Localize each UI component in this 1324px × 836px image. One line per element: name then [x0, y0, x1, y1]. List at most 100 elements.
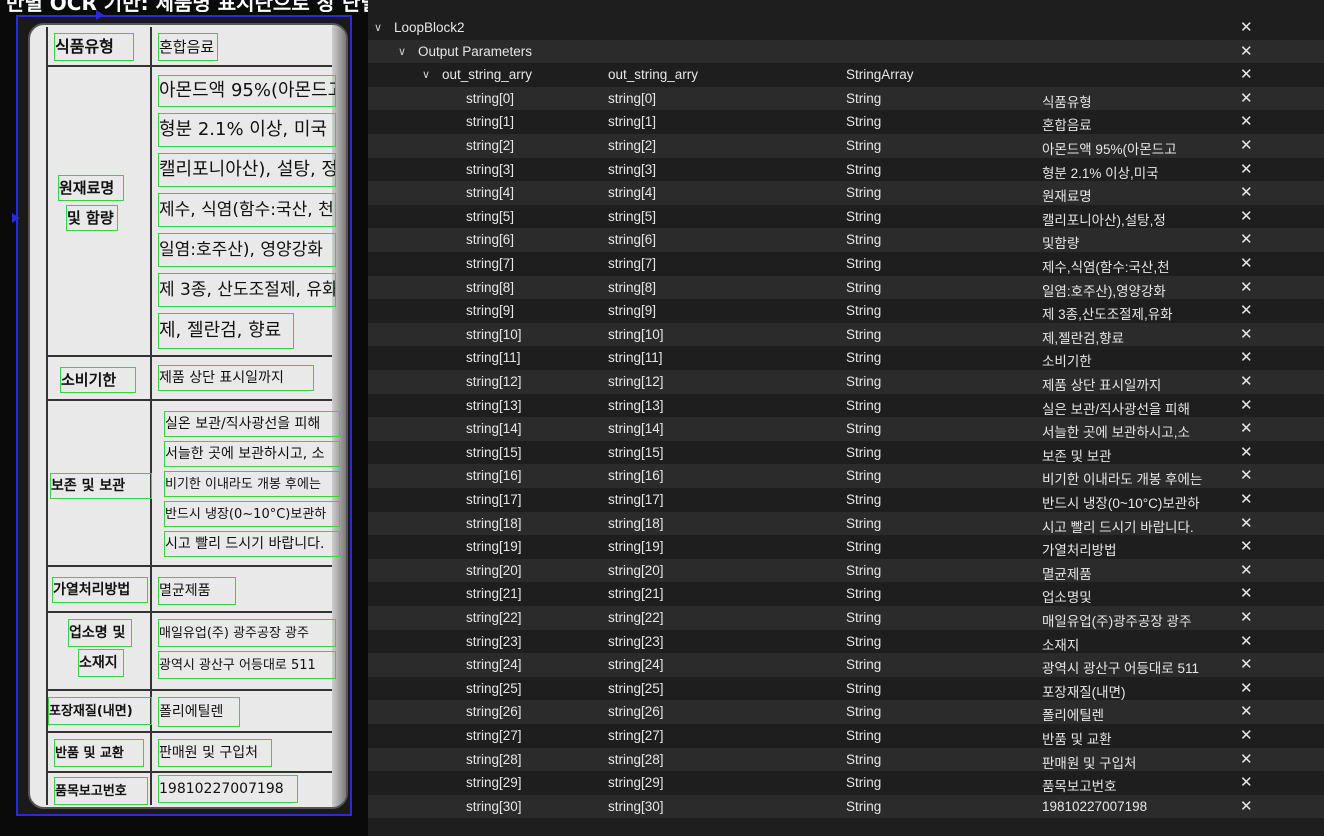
close-icon[interactable]: ✕ — [1240, 608, 1253, 626]
roi-handle-left[interactable] — [12, 213, 20, 223]
ocr-text-box: 포장재질(내면) — [48, 697, 152, 725]
ocr-text-box: 광역시 광산구 어등대로 511 — [158, 651, 336, 679]
table-row[interactable]: string[29] string[29] String 품목보고번호 ✕ — [368, 771, 1324, 795]
row-name: string[15] — [466, 444, 522, 460]
table-row[interactable]: string[1] string[1] String 혼합음료 ✕ — [368, 110, 1324, 134]
table-row[interactable]: string[3] string[3] String 형분 2.1% 이상,미국 ✕ — [368, 157, 1324, 182]
close-icon[interactable]: ✕ — [1240, 18, 1253, 36]
label-row-divider — [46, 565, 342, 567]
close-icon[interactable]: ✕ — [1240, 301, 1253, 319]
table-row[interactable]: string[17] string[17] String 반드시 냉장(0~10°C)… — [368, 488, 1324, 512]
table-row[interactable]: string[26] string[26] String 폴리에틸렌 ✕ — [368, 700, 1324, 724]
table-row[interactable]: string[28] string[28] String 판매원 및 구입처 ✕ — [368, 747, 1324, 772]
row-value: 원재료명 — [1042, 189, 1092, 205]
table-row[interactable]: string[9] string[9] String 제 3종,산도조절제,유화 ✕ — [368, 299, 1324, 323]
ocr-text-box: 판매원 및 구입처 — [158, 739, 272, 767]
close-icon[interactable]: ✕ — [1240, 514, 1253, 532]
row-type: String — [846, 468, 882, 484]
output-tree[interactable]: ∨ LoopBlock2 ✕ ∨ Output Parameters ✕ ∨ o… — [368, 16, 1324, 836]
table-row[interactable]: string[6] string[6] String 및함량 ✕ — [368, 228, 1324, 252]
table-row[interactable]: string[23] string[23] String 소재지 ✕ — [368, 629, 1324, 654]
close-icon[interactable]: ✕ — [1240, 348, 1253, 366]
table-row[interactable]: string[8] string[8] String 일염:호주산),영양강화 ✕ — [368, 275, 1324, 300]
close-icon[interactable]: ✕ — [1240, 89, 1253, 107]
table-row[interactable]: string[24] string[24] String 광역시 광산구 어등대로 5… — [368, 653, 1324, 677]
image-roi-frame[interactable]: 식품유형 혼합음료 아몬드액 95%(아몬드고 형분 2.1% 이상, 미국 캘리포니아… — [12, 10, 352, 816]
row-value: 포장재질(내면) — [1042, 684, 1126, 700]
table-row[interactable]: string[7] string[7] String 제수,식염(함수:국산,천 ✕ — [368, 252, 1324, 276]
row-value: 일염:호주산),영양강화 — [1042, 283, 1166, 299]
chevron-down-icon[interactable]: ∨ — [422, 68, 430, 81]
close-icon[interactable]: ✕ — [1240, 443, 1253, 461]
roi-handle-top[interactable] — [96, 10, 104, 20]
table-row[interactable]: string[4] string[4] String 원재료명 ✕ — [368, 181, 1324, 205]
image-viewer[interactable]: 식품유형 혼합음료 아몬드액 95%(아몬드고 형분 2.1% 이상, 미국 캘리포니아… — [0, 10, 368, 836]
row-display: string[27] — [608, 728, 664, 743]
row-value: 제,젤란검,향료 — [1042, 330, 1125, 346]
table-row[interactable]: string[12] string[12] String 제품 상단 표시일까지 ✕ — [368, 370, 1324, 394]
tree-node-out-string-arry[interactable]: ∨ out_string_arry out_string_arry String… — [368, 63, 1324, 87]
table-row[interactable]: string[14] string[14] String 서늘한 곳에 보관하시고,소… — [368, 417, 1324, 441]
table-row[interactable]: string[0] string[0] String 식품유형 ✕ — [368, 86, 1324, 111]
row-type: String — [846, 586, 882, 602]
table-row[interactable]: string[20] string[20] String 멸균제품 ✕ — [368, 558, 1324, 583]
ocr-text-box: 반드시 냉장(0~10°C)보관하 — [164, 501, 340, 527]
close-icon[interactable]: ✕ — [1240, 750, 1253, 768]
row-type: String — [846, 680, 882, 696]
close-icon[interactable]: ✕ — [1240, 726, 1253, 744]
chevron-down-icon[interactable]: ∨ — [398, 45, 406, 58]
row-type: String — [846, 138, 882, 153]
close-icon[interactable]: ✕ — [1240, 230, 1253, 248]
table-row[interactable]: string[22] string[22] String 매일유업(주)광주공장 광주… — [368, 606, 1324, 630]
ocr-text-box: 제수, 식염(함수:국산, 천 — [158, 193, 336, 227]
close-icon[interactable]: ✕ — [1240, 679, 1253, 697]
close-icon[interactable]: ✕ — [1240, 419, 1253, 437]
close-icon[interactable]: ✕ — [1240, 372, 1253, 390]
close-icon[interactable]: ✕ — [1240, 655, 1253, 673]
close-icon[interactable]: ✕ — [1240, 136, 1253, 154]
close-icon[interactable]: ✕ — [1240, 561, 1253, 579]
node-label: LoopBlock2 — [394, 20, 465, 35]
close-icon[interactable]: ✕ — [1240, 466, 1253, 484]
label-row-divider — [46, 65, 342, 67]
label-row-divider — [46, 689, 342, 691]
close-icon[interactable]: ✕ — [1240, 254, 1253, 272]
row-type: String — [846, 444, 882, 460]
row-display: string[5] — [608, 208, 657, 224]
table-row[interactable]: string[25] string[25] String 포장재질(내면) ✕ — [368, 676, 1324, 701]
close-icon[interactable]: ✕ — [1240, 183, 1253, 201]
close-icon[interactable]: ✕ — [1240, 797, 1253, 815]
table-row[interactable]: string[18] string[18] String 시고 빨리 드시기 바랍니다… — [368, 511, 1324, 536]
table-row[interactable]: string[19] string[19] String 가열처리방법 ✕ — [368, 535, 1324, 559]
close-icon[interactable]: ✕ — [1240, 773, 1253, 791]
table-row[interactable]: string[21] string[21] String 업소명및 ✕ — [368, 582, 1324, 606]
close-icon[interactable]: ✕ — [1240, 396, 1253, 414]
table-row[interactable]: string[30] string[30] String 19810227007198… — [368, 794, 1324, 819]
table-row[interactable]: string[16] string[16] String 비기한 이내라도 개봉 후에… — [368, 464, 1324, 488]
close-icon[interactable]: ✕ — [1240, 160, 1253, 178]
table-row[interactable]: string[5] string[5] String 캘리포니아산),설탕,정 ✕ — [368, 204, 1324, 229]
close-icon[interactable]: ✕ — [1240, 632, 1253, 650]
row-name: string[24] — [466, 657, 522, 673]
close-icon[interactable]: ✕ — [1240, 278, 1253, 296]
table-row[interactable]: string[13] string[13] String 실은 보관/직사광선을 피해… — [368, 393, 1324, 418]
ocr-text-box: 캘리포니아산), 설탕, 정 — [158, 153, 336, 187]
close-icon[interactable]: ✕ — [1240, 112, 1253, 130]
close-icon[interactable]: ✕ — [1240, 537, 1253, 555]
table-row[interactable]: string[15] string[15] String 보존 및 보관 ✕ — [368, 440, 1324, 465]
table-row[interactable]: string[2] string[2] String 아몬드액 95%(아몬드고 ✕ — [368, 134, 1324, 158]
table-row[interactable]: string[10] string[10] String 제,젤란검,향료 ✕ — [368, 322, 1324, 347]
close-icon[interactable]: ✕ — [1240, 42, 1253, 60]
table-row[interactable]: string[11] string[11] String 소비기한 ✕ — [368, 346, 1324, 370]
close-icon[interactable]: ✕ — [1240, 65, 1253, 83]
ocr-text-box: 멸균제품 — [158, 577, 236, 605]
close-icon[interactable]: ✕ — [1240, 490, 1253, 508]
tree-node-loopblock[interactable]: ∨ LoopBlock2 ✕ — [368, 16, 1324, 40]
close-icon[interactable]: ✕ — [1240, 325, 1253, 343]
table-row[interactable]: string[27] string[27] String 반품 및 교환 ✕ — [368, 724, 1324, 748]
close-icon[interactable]: ✕ — [1240, 584, 1253, 602]
chevron-down-icon[interactable]: ∨ — [374, 21, 382, 34]
close-icon[interactable]: ✕ — [1240, 702, 1253, 720]
close-icon[interactable]: ✕ — [1240, 207, 1253, 225]
tree-node-output-parameters[interactable]: ∨ Output Parameters ✕ — [368, 39, 1324, 64]
